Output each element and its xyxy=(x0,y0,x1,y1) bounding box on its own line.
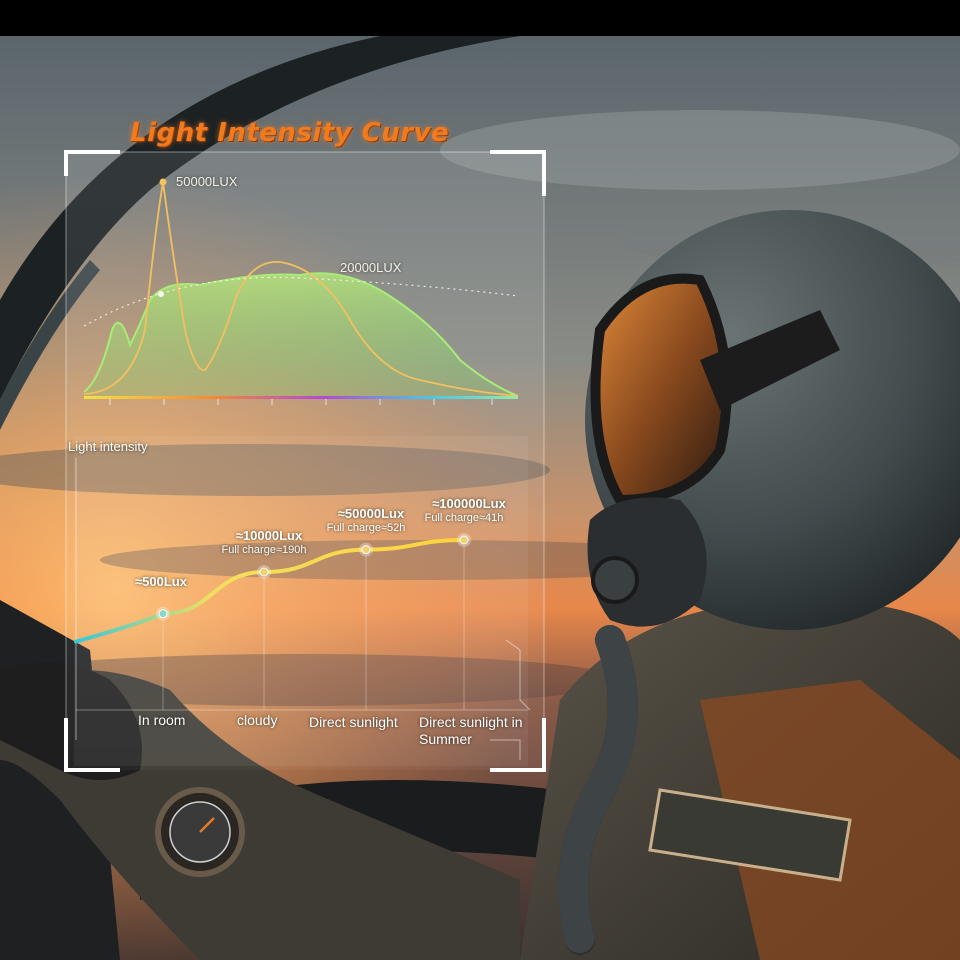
peak-label-50000: 50000LUX xyxy=(176,174,238,189)
peak-marker-2 xyxy=(158,291,164,297)
header-bar xyxy=(0,0,960,36)
lux-label-3: ≈100000Lux xyxy=(432,496,506,511)
data-point-0 xyxy=(158,609,168,619)
mask-valve xyxy=(591,556,639,604)
lux-label-1: ≈10000Lux xyxy=(235,528,303,543)
category-label-0: In room xyxy=(138,712,186,728)
y-axis-title: Light intensity xyxy=(68,439,148,454)
chart-title: Light Intensity Curve xyxy=(130,118,450,148)
lux-label-0: ≈500Lux xyxy=(135,573,187,589)
peak-label-20000: 20000LUX xyxy=(340,260,402,275)
category-label-1: cloudy xyxy=(237,712,278,728)
helmet-visor xyxy=(590,273,732,506)
category-label-3: Direct sunlight in Summer xyxy=(419,714,523,747)
data-point-3 xyxy=(459,535,469,545)
category-label-2: Direct sunlight xyxy=(309,714,398,730)
data-point-1 xyxy=(259,567,269,577)
charge-label-3: Full charge≈41h xyxy=(424,512,504,524)
data-point-2 xyxy=(361,545,371,555)
spectrum-axis xyxy=(84,396,518,399)
charge-label-2: Full charge≈52h xyxy=(326,521,406,534)
charge-label-1: Full charge≈190h xyxy=(221,544,307,556)
peak-marker-1 xyxy=(159,178,167,186)
lux-label-2: ≈50000Lux xyxy=(337,505,405,521)
